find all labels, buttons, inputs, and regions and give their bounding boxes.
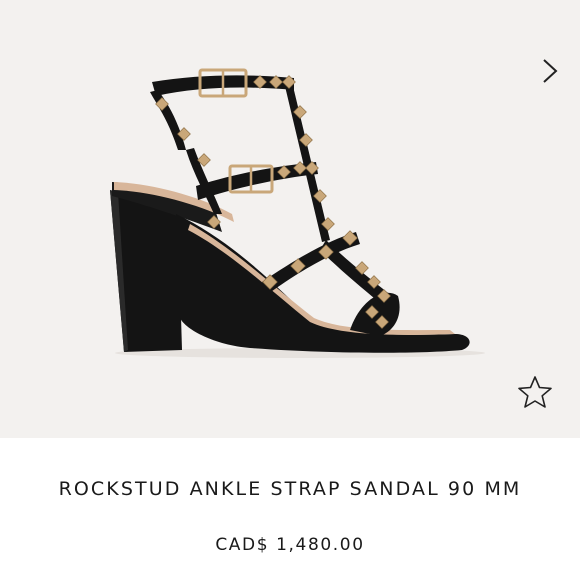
product-info: ROCKSTUD ANKLE STRAP SANDAL 90 MM CAD$ 1… [0, 438, 580, 580]
star-outline-icon[interactable] [516, 374, 554, 410]
product-title: ROCKSTUD ANKLE STRAP SANDAL 90 MM [58, 478, 522, 500]
product-image [110, 68, 485, 358]
chevron-right-icon[interactable] [536, 56, 564, 86]
product-image-gallery[interactable] [0, 0, 580, 438]
product-screen: ROCKSTUD ANKLE STRAP SANDAL 90 MM CAD$ 1… [0, 0, 580, 580]
product-price: CAD$ 1,480.00 [215, 535, 365, 555]
